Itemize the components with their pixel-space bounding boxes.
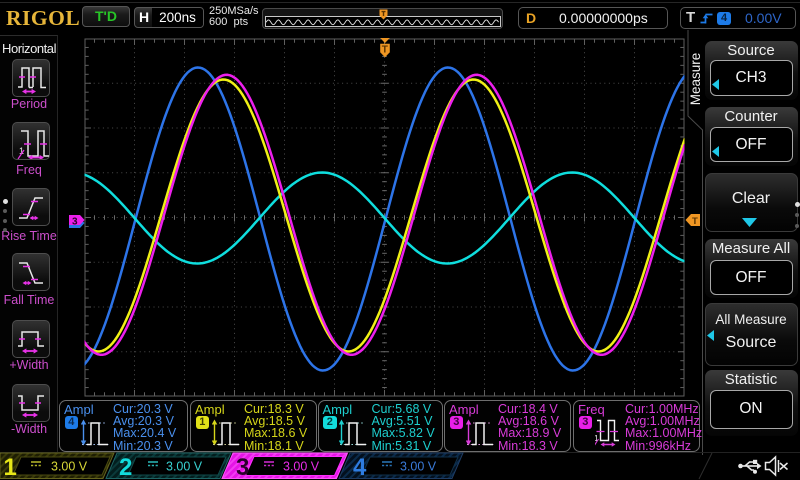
svg-text:3: 3 — [236, 454, 249, 480]
svg-text:3: 3 — [72, 216, 78, 227]
svg-text:3.00 V: 3.00 V — [400, 460, 437, 474]
svg-text:3.00 V: 3.00 V — [283, 460, 320, 474]
svg-text:1: 1 — [4, 454, 17, 480]
svg-text:3.00 V: 3.00 V — [166, 460, 203, 474]
svg-text:T: T — [382, 45, 388, 56]
svg-text:3.00 V: 3.00 V — [51, 460, 88, 474]
svg-text:4: 4 — [353, 454, 367, 480]
svg-text:2: 2 — [119, 454, 132, 480]
